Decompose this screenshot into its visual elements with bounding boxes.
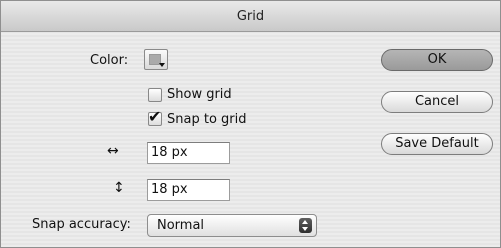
snap-accuracy-label: Snap accuracy: xyxy=(32,217,131,232)
color-label: Color: xyxy=(90,53,129,68)
snap-to-grid-checkbox[interactable]: ✔ xyxy=(148,108,162,126)
vertical-arrow-icon: ↕ xyxy=(113,180,125,196)
dropdown-arrow-icon xyxy=(159,63,165,67)
show-grid-checkbox[interactable] xyxy=(148,88,162,102)
window-title: Grid xyxy=(236,9,265,24)
save-default-button[interactable]: Save Default xyxy=(381,133,493,155)
show-grid-label: Show grid xyxy=(167,87,232,102)
cancel-button[interactable]: Cancel xyxy=(381,91,493,113)
ok-button[interactable]: OK xyxy=(381,49,493,71)
checkmark-icon: ✔ xyxy=(148,107,162,126)
grid-dialog: Grid Color: Show grid ✔ Snap to grid ↔ 1… xyxy=(0,0,501,248)
color-picker[interactable] xyxy=(144,49,168,70)
title-bar[interactable]: Grid xyxy=(1,1,500,32)
snap-accuracy-value: Normal xyxy=(157,218,205,233)
snap-to-grid-label: Snap to grid xyxy=(167,112,247,127)
snap-accuracy-select[interactable]: Normal xyxy=(147,214,317,237)
horizontal-spacing-input[interactable]: 18 px xyxy=(147,142,230,164)
select-stepper-icon xyxy=(299,218,312,233)
horizontal-arrow-icon: ↔ xyxy=(107,143,119,159)
vertical-spacing-input[interactable]: 18 px xyxy=(147,179,230,201)
